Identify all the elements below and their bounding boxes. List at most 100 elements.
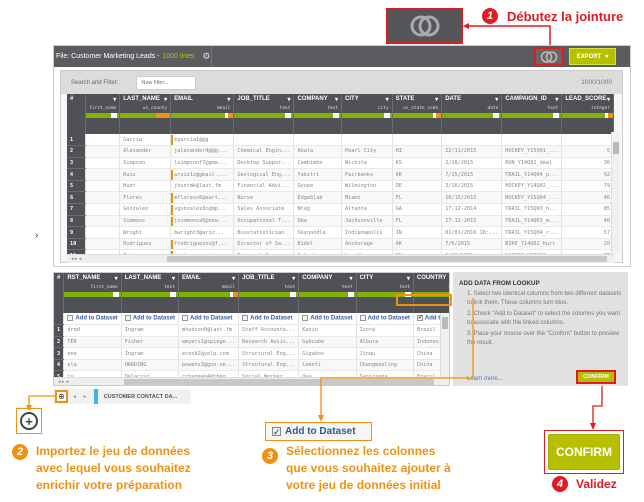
table-cell[interactable]: AK (392, 168, 443, 181)
table-cell[interactable] (561, 134, 614, 147)
table-cell[interactable]: Indianapolis (341, 226, 393, 239)
table-row[interactable]: 7 Gonzalez vgonzalez8c@mp... Sales Associat… (67, 203, 614, 216)
table-cell[interactable]: Structural Eng... (238, 359, 300, 372)
table-cell[interactable]: lsimpsonf7@gma... (170, 157, 235, 170)
table-cell[interactable]: TRAIL_Y14Q04_p... (501, 168, 563, 181)
table-cell[interactable] (85, 215, 121, 228)
chevron-down-icon[interactable]: ▾ (172, 275, 175, 282)
table-cell[interactable]: kgarcia1@@g (170, 134, 235, 147)
chevron-down-icon[interactable]: ▾ (350, 275, 353, 282)
table-cell[interactable]: 92 (561, 168, 614, 181)
chevron-down-icon[interactable]: ▾ (386, 96, 389, 103)
chevron-down-icon[interactable]: ▾ (407, 275, 410, 282)
export-button[interactable]: EXPORT ▾ (569, 48, 616, 65)
add-to-dataset-checkbox[interactable]: Add to Dataset (63, 313, 122, 326)
table-cell[interactable]: 17-12-2015 (441, 215, 503, 228)
table-cell[interactable] (233, 134, 295, 147)
table-cell[interactable] (85, 226, 121, 239)
table-cell[interactable]: Simmons (119, 215, 172, 228)
table-cell[interactable]: ene (63, 347, 122, 360)
add-to-dataset-checkbox[interactable]: Add to Dataset (178, 313, 240, 326)
table-row[interactable]: 8 Simmons jsimmonsa5@new... Occupational T.… (67, 215, 614, 228)
table-cell[interactable] (85, 203, 121, 216)
table-cell[interactable]: Hunt (119, 180, 172, 193)
chevron-down-icon[interactable]: ▾ (607, 96, 610, 103)
table-cell[interactable]: bwright3@ariz... (170, 226, 235, 239)
checkbox-icon[interactable] (302, 315, 309, 322)
column-header[interactable]: RST_NAME ▾ first_name (63, 273, 122, 313)
table-cell[interactable]: Garcia (119, 134, 172, 147)
table-cell[interactable]: DE (392, 180, 443, 193)
table-cell[interactable]: 7/6/2015 (441, 238, 503, 251)
table-cell[interactable]: KS (392, 157, 443, 170)
table-cell[interactable]: Anchorage (341, 238, 393, 251)
table-row[interactable]: 10 Rodriguez frodrigueznc@f... Director of … (67, 238, 614, 251)
column-header[interactable]: LAST_NAME ▾ text (121, 273, 180, 313)
table-cell[interactable]: ecook2@yelp.com (178, 347, 240, 360)
table-cell[interactable]: Gonzalez (119, 203, 172, 216)
chevron-down-icon[interactable]: ▾ (287, 96, 290, 103)
chevron-down-icon[interactable]: ▾ (164, 96, 167, 103)
table-cell[interactable]: powens3@goo.ne... (178, 359, 240, 372)
table-cell[interactable]: 3/16/2015 (441, 180, 503, 193)
horizontal-scrollbar[interactable]: ◂ ▸ ◂ (67, 254, 614, 263)
column-header[interactable]: JOB_TITLE ▾ text (233, 94, 295, 134)
column-header[interactable]: JOB_TITLE ▾ text (238, 273, 300, 313)
table-cell[interactable]: Nurse (233, 191, 295, 205)
table-cell[interactable]: Altanta (341, 203, 393, 216)
column-header[interactable]: LAST_NAME ▾ us_county (119, 94, 172, 134)
table-cell[interactable]: Miami (341, 191, 393, 205)
table-cell[interactable]: 79 (561, 180, 614, 193)
table-cell[interactable]: Skynoodle (293, 226, 343, 239)
table-cell[interactable]: frodrigueznc@f... (170, 238, 235, 251)
table-cell[interactable]: HOCKEY_Y15Q04_... (501, 191, 563, 205)
table-cell[interactable]: 7/15/2015 (441, 168, 503, 181)
table-cell[interactable]: Wichita (341, 157, 393, 170)
column-header[interactable]: STATE ▾ us_state_code (392, 94, 443, 134)
column-header[interactable]: EMAIL ▾ email (178, 273, 240, 313)
table-cell[interactable]: Research Assis... (238, 336, 300, 349)
table-cell[interactable]: 40 (561, 215, 614, 228)
table-cell[interactable]: Eidel (293, 238, 343, 251)
table-cell[interactable]: mfloreso6@eart... (170, 191, 235, 205)
table-cell[interactable]: RUN_Y14Q02_deal (501, 157, 563, 170)
column-header[interactable]: LEAD_SCORE ▾ integer (561, 94, 614, 134)
table-cell[interactable]: Jacksonville (341, 215, 393, 228)
table-cell[interactable] (85, 191, 121, 205)
table-cell[interactable]: TRAIL_Y14Q03_m... (501, 215, 563, 228)
checkbox-icon[interactable] (182, 315, 189, 322)
table-cell[interactable]: Wright (119, 226, 172, 239)
table-cell[interactable]: Director of Sa... (233, 238, 295, 251)
tab-scroll-arrows-icon[interactable]: ◂ ▸ (73, 393, 90, 400)
table-cell[interactable] (293, 134, 343, 147)
column-header[interactable]: DATE ▾ date (441, 94, 503, 134)
table-cell[interactable] (501, 134, 563, 147)
table-cell[interactable]: Oba (293, 215, 343, 228)
table-cell[interactable]: vgonzalez8c@mp... (170, 203, 235, 216)
table-cell[interactable]: TER (63, 336, 122, 349)
table-cell[interactable] (85, 157, 121, 170)
table-cell[interactable]: AK (392, 238, 443, 251)
table-cell[interactable] (441, 134, 503, 147)
table-cell[interactable]: Ingram (121, 347, 180, 360)
checkbox-icon[interactable] (124, 315, 131, 322)
checkbox-icon[interactable] (242, 315, 249, 322)
table-cell[interactable]: TRAIL_Y15Q04_r... (501, 226, 563, 239)
table-cell[interactable]: Ingram (121, 324, 180, 337)
table-cell[interactable]: 46 (561, 191, 614, 205)
filter-input[interactable] (136, 75, 197, 90)
table-cell[interactable]: Edgeblab (293, 191, 343, 205)
column-header[interactable]: COMPANY ▾ text (293, 94, 343, 134)
table-cell[interactable]: wmyers1@spiege... (178, 336, 240, 349)
column-header[interactable]: EMAIL ▾ email (170, 94, 235, 134)
table-cell[interactable]: wruiz1z@gmail.... (170, 168, 235, 181)
table-cell[interactable]: Ruiz (119, 168, 172, 181)
table-cell[interactable]: Fairbanks (341, 168, 393, 181)
table-cell[interactable]: Geological Eng... (233, 168, 295, 181)
table-cell[interactable]: GA (392, 203, 443, 216)
table-cell[interactable]: IN (392, 226, 443, 239)
table-cell[interactable]: HARDING (121, 359, 180, 372)
table-row[interactable]: 5 Hunt jhuntmk@last.fm Financial Advi... Gyo… (67, 180, 614, 193)
table-cell[interactable]: HOCKEY_Y14Q02_... (501, 180, 563, 193)
table-row[interactable]: 1 Garcia kgarcia1@@g (67, 134, 614, 147)
